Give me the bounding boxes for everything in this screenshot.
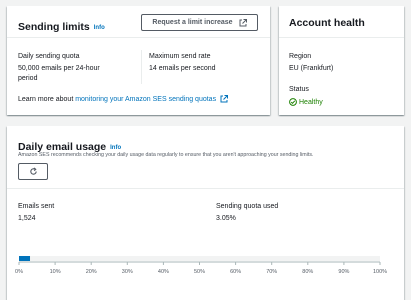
daily-usage-info-link[interactable]: Info — [110, 145, 121, 151]
x-tick-label: 20% — [86, 269, 97, 275]
x-tick-label: 40% — [158, 269, 169, 275]
x-tick-label: 10% — [50, 269, 61, 275]
x-tick-label: 60% — [230, 269, 241, 275]
request-limit-increase-label: Request a limit increase — [152, 19, 233, 26]
region-value: EU (Frankfurt) — [289, 65, 334, 72]
quota-used-label: Sending quota used — [216, 203, 279, 210]
request-limit-increase-button[interactable]: Request a limit increase — [141, 14, 258, 31]
account-health-title: Account health — [289, 17, 365, 29]
emails-sent-value: 1,524 — [18, 215, 36, 222]
status-value: Healthy — [289, 98, 323, 106]
x-tick-label: 30% — [122, 269, 133, 275]
emails-sent-label: Emails sent — [18, 203, 55, 210]
external-link-icon[interactable] — [220, 95, 229, 103]
x-tick-label: 90% — [338, 269, 349, 275]
daily-usage-card: Daily email usage Info Amazon SES recomme… — [7, 126, 404, 300]
x-tick-label: 70% — [266, 269, 277, 275]
sending-limits-info-link[interactable]: Info — [94, 25, 105, 31]
status-label: Status — [289, 86, 309, 93]
x-tick-label: 50% — [194, 269, 205, 275]
usage-stats-divider — [7, 188, 404, 189]
daily-quota-value-line1: 50,000 emails per 24-hour — [18, 65, 100, 72]
status-text: Healthy — [299, 98, 323, 106]
refresh-icon — [29, 167, 37, 175]
sending-quotas-link[interactable]: monitoring your Amazon SES sending quota… — [75, 96, 216, 103]
daily-usage-description: Amazon SES recommends checking your dail… — [18, 152, 314, 158]
sending-limits-header: Sending limits Info Request a limit incre… — [7, 6, 270, 38]
max-send-rate-value: 14 emails per second — [149, 65, 216, 72]
learn-more-prefix: Learn more about — [18, 95, 76, 103]
column-divider — [141, 50, 142, 84]
usage-bar-track — [19, 256, 380, 261]
quota-used-value: 3.05% — [216, 215, 236, 222]
daily-quota-value-line2: period — [18, 75, 38, 82]
account-health-card: Account health Region EU (Frankfurt) Sta… — [279, 6, 404, 115]
usage-chart: 0% 10% 20% 30% 40% 50% 60% 70% 80% 90% 100% — [15, 256, 387, 275]
learn-more-text: Learn more about monitoring your Amazon … — [18, 95, 229, 103]
usage-bar — [19, 256, 31, 261]
x-tick-label: 0% — [15, 269, 23, 275]
sending-limits-card: Sending limits Info Request a limit incre… — [7, 6, 270, 115]
external-link-icon — [239, 18, 247, 26]
refresh-button[interactable] — [18, 163, 48, 180]
account-health-header: Account health — [279, 6, 404, 38]
region-label: Region — [289, 53, 312, 60]
check-circle-icon — [289, 98, 297, 106]
max-send-rate-label: Maximum send rate — [149, 53, 211, 60]
x-tick-label: 100% — [373, 269, 387, 275]
sending-limits-title: Sending limits — [18, 21, 90, 33]
sending-limits-title-wrap: Sending limits Info — [18, 17, 105, 35]
x-tick-label: 80% — [302, 269, 313, 275]
daily-quota-label: Daily sending quota — [18, 53, 80, 60]
